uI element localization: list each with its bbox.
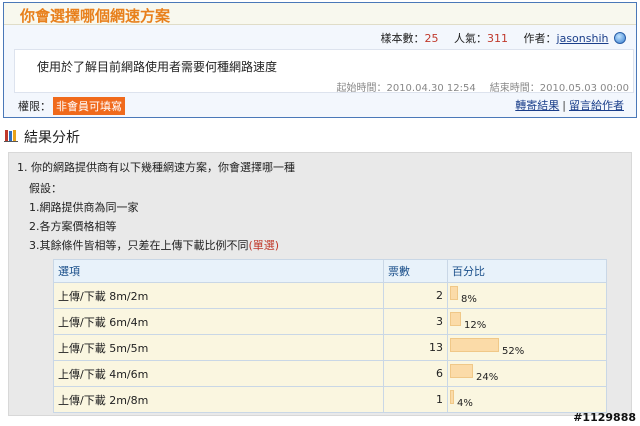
popularity-label: 人氣：: [454, 32, 488, 45]
table-row: 上傳/下載 6m/4m 3 12%: [53, 308, 607, 335]
watermark-id: #1129888: [573, 411, 636, 424]
table-row: 上傳/下載 4m/6m 6 24%: [53, 360, 607, 387]
question-assumption-2: 2.各方案價格相等: [29, 220, 117, 233]
sample-count: 25: [424, 32, 439, 45]
sample-label: 樣本數：: [380, 32, 425, 45]
survey-stats: 樣本數：25 人氣：311 作者：jasonshih: [381, 30, 626, 46]
question-title: 1. 你的網路提供商有以下幾種網速方案，你會選擇哪一種: [17, 161, 295, 174]
survey-card: 你會選擇哪個網速方案 樣本數：25 人氣：311 作者：jasonshih 使用…: [3, 2, 637, 118]
question-assumption-1: 1.網路提供商為同一家: [29, 201, 139, 214]
percent-cell: 52%: [447, 334, 607, 361]
survey-actions: 轉寄結果 | 留言給作者: [515, 97, 624, 113]
end-time: 結束時間：2010.05.03 00:00: [489, 83, 629, 94]
percent-cell: 4%: [447, 386, 607, 413]
author-link[interactable]: jasonshih: [557, 32, 609, 45]
survey-description: 使用於了解目前網路使用者需要何種網路速度: [37, 60, 278, 74]
permission-badge: 非會員可填寫: [53, 97, 125, 115]
vote-count: 1: [383, 386, 448, 413]
popularity-count: 311: [487, 32, 509, 45]
percent-value: 12%: [464, 320, 487, 331]
book-icon: [4, 130, 18, 142]
option-label: 上傳/下載 2m/8m: [53, 386, 384, 413]
percent-bar: [450, 286, 458, 300]
question-type-badge: (單選): [248, 239, 280, 252]
percent-bar: [450, 364, 473, 378]
survey-title: 你會選擇哪個網速方案: [20, 7, 171, 25]
option-label: 上傳/下載 5m/5m: [53, 334, 384, 361]
results-table: 選項 票數 百分比 上傳/下載 8m/2m 2 8% 上傳/下載 6m/4m 3…: [53, 259, 607, 413]
permission-row: 權限： 非會員可填寫: [18, 97, 125, 115]
survey-title-bar: 你會選擇哪個網速方案: [4, 3, 636, 25]
question-assumption-3: 3.其餘條件皆相等，只差在上傳下載比例不同(單選): [29, 237, 279, 253]
table-row: 上傳/下載 2m/8m 1 4%: [53, 386, 607, 413]
start-time: 起始時間：2010.04.30 12:54: [336, 83, 476, 94]
results-title: 結果分析: [24, 130, 80, 146]
option-label: 上傳/下載 6m/4m: [53, 308, 384, 335]
percent-bar: [450, 338, 499, 352]
percent-cell: 12%: [447, 308, 607, 335]
question-assumption-label: 假設：: [29, 182, 62, 195]
percent-value: 4%: [457, 398, 473, 409]
percent-bar: [450, 390, 454, 404]
survey-time-range: 起始時間：2010.04.30 12:54 結束時間：2010.05.03 00:…: [336, 79, 629, 94]
percent-value: 24%: [476, 372, 499, 383]
author-label: 作者：: [523, 32, 557, 45]
percent-bar: [450, 312, 461, 326]
col-header-votes: 票數: [383, 259, 448, 283]
table-row: 上傳/下載 8m/2m 2 8%: [53, 282, 607, 309]
user-profile-icon[interactable]: [614, 32, 626, 44]
vote-count: 2: [383, 282, 448, 309]
results-table-header: 選項 票數 百分比: [53, 259, 607, 283]
vote-count: 6: [383, 360, 448, 387]
percent-cell: 24%: [447, 360, 607, 387]
option-label: 上傳/下載 8m/2m: [53, 282, 384, 309]
survey-description-box: 使用於了解目前網路使用者需要何種網路速度 起始時間：2010.04.30 12:…: [14, 49, 634, 94]
table-row: 上傳/下載 5m/5m 13 52%: [53, 334, 607, 361]
permission-label: 權限：: [18, 100, 51, 113]
link-separator: |: [562, 99, 566, 112]
vote-count: 13: [383, 334, 448, 361]
option-label: 上傳/下載 4m/6m: [53, 360, 384, 387]
forward-results-link[interactable]: 轉寄結果: [515, 99, 559, 112]
percent-value: 8%: [461, 294, 477, 305]
col-header-option: 選項: [53, 259, 384, 283]
percent-cell: 8%: [447, 282, 607, 309]
percent-value: 52%: [502, 346, 525, 357]
question-assumption-3-text: 3.其餘條件皆相等，只差在上傳下載比例不同: [29, 239, 249, 252]
comment-author-link[interactable]: 留言給作者: [569, 99, 624, 112]
vote-count: 3: [383, 308, 448, 335]
col-header-percent: 百分比: [447, 259, 607, 283]
